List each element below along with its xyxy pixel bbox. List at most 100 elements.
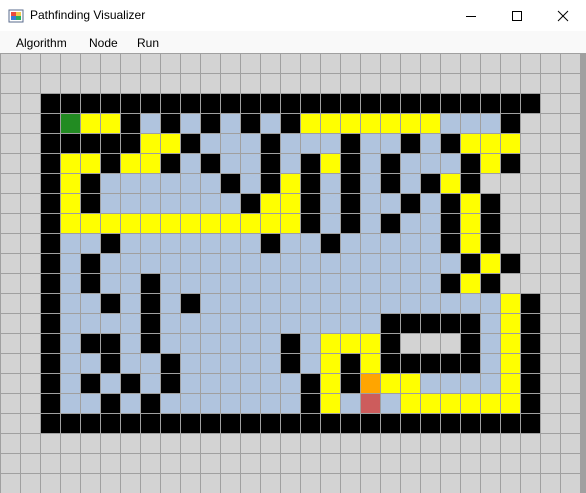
grid-cell-empty[interactable] xyxy=(101,434,120,453)
grid-cell-visited[interactable] xyxy=(101,274,120,293)
grid-cell-empty[interactable] xyxy=(421,474,440,493)
grid-cell-path[interactable] xyxy=(281,214,300,233)
grid-cell-empty[interactable] xyxy=(21,294,40,313)
grid-cell-empty[interactable] xyxy=(401,334,420,353)
grid-cell-empty[interactable] xyxy=(561,174,580,193)
grid-cell-empty[interactable] xyxy=(541,254,560,273)
grid-cell-empty[interactable] xyxy=(101,474,120,493)
grid-cell-visited[interactable] xyxy=(321,294,340,313)
grid-cell-empty[interactable] xyxy=(321,74,340,93)
grid-cell-empty[interactable] xyxy=(541,474,560,493)
grid-cell-empty[interactable] xyxy=(21,214,40,233)
grid-cell-path[interactable] xyxy=(361,114,380,133)
grid-cell-wall[interactable] xyxy=(121,134,140,153)
grid-cell-visited[interactable] xyxy=(361,254,380,273)
grid-cell-visited[interactable] xyxy=(401,234,420,253)
grid-cell-wall[interactable] xyxy=(81,414,100,433)
grid-cell-empty[interactable] xyxy=(121,434,140,453)
grid-cell-empty[interactable] xyxy=(141,74,160,93)
grid-cell-path[interactable] xyxy=(281,194,300,213)
grid-cell-visited[interactable] xyxy=(301,234,320,253)
grid-cell-empty[interactable] xyxy=(101,54,120,73)
grid-cell-empty[interactable] xyxy=(501,194,520,213)
grid-cell-empty[interactable] xyxy=(81,434,100,453)
grid-cell-empty[interactable] xyxy=(301,474,320,493)
grid-cell-empty[interactable] xyxy=(41,54,60,73)
grid-cell-visited[interactable] xyxy=(181,154,200,173)
grid-cell-visited[interactable] xyxy=(261,354,280,373)
grid-cell-wall[interactable] xyxy=(461,314,480,333)
grid-cell-empty[interactable] xyxy=(141,454,160,473)
grid-cell-empty[interactable] xyxy=(1,234,20,253)
grid-cell-empty[interactable] xyxy=(21,434,40,453)
grid-cell-visited[interactable] xyxy=(341,234,360,253)
grid-cell-path[interactable] xyxy=(421,114,440,133)
grid-cell-visited[interactable] xyxy=(441,294,460,313)
grid-cell-visited[interactable] xyxy=(181,114,200,133)
grid-cell-visited[interactable] xyxy=(421,254,440,273)
grid-cell-visited[interactable] xyxy=(101,194,120,213)
grid-cell-wall[interactable] xyxy=(281,114,300,133)
grid-cell-visited[interactable] xyxy=(321,174,340,193)
grid-cell-empty[interactable] xyxy=(321,454,340,473)
grid-cell-empty[interactable] xyxy=(1,354,20,373)
grid-cell-empty[interactable] xyxy=(541,114,560,133)
grid-cell-empty[interactable] xyxy=(261,54,280,73)
grid-cell-wall[interactable] xyxy=(441,414,460,433)
grid-cell-empty[interactable] xyxy=(521,174,540,193)
grid-cell-wall[interactable] xyxy=(81,134,100,153)
grid-cell-empty[interactable] xyxy=(541,354,560,373)
grid-cell-wall[interactable] xyxy=(101,294,120,313)
grid-cell-empty[interactable] xyxy=(1,414,20,433)
grid-cell-path[interactable] xyxy=(61,214,80,233)
grid-cell-wall[interactable] xyxy=(161,114,180,133)
grid-cell-empty[interactable] xyxy=(161,474,180,493)
grid-cell-wall[interactable] xyxy=(441,214,460,233)
grid-cell-path[interactable] xyxy=(461,394,480,413)
grid-cell-empty[interactable] xyxy=(561,154,580,173)
grid-cell-visited[interactable] xyxy=(201,354,220,373)
grid-cell-visited[interactable] xyxy=(401,294,420,313)
grid-cell-visited[interactable] xyxy=(461,294,480,313)
grid-cell-empty[interactable] xyxy=(361,434,380,453)
grid-cell-visited[interactable] xyxy=(461,374,480,393)
grid-cell-wall[interactable] xyxy=(121,374,140,393)
grid-cell-empty[interactable] xyxy=(1,154,20,173)
grid-cell-visited[interactable] xyxy=(61,394,80,413)
grid-cell-path[interactable] xyxy=(321,114,340,133)
grid-cell-path[interactable] xyxy=(461,214,480,233)
grid-cell-empty[interactable] xyxy=(21,274,40,293)
grid-cell-empty[interactable] xyxy=(101,74,120,93)
grid-cell-empty[interactable] xyxy=(521,134,540,153)
grid-cell-wall[interactable] xyxy=(481,234,500,253)
grid-cell-wall[interactable] xyxy=(41,254,60,273)
grid-cell-empty[interactable] xyxy=(481,174,500,193)
grid-cell-visited[interactable] xyxy=(361,214,380,233)
grid-cell-path[interactable] xyxy=(461,134,480,153)
grid-cell-empty[interactable] xyxy=(21,454,40,473)
grid-cell-visited[interactable] xyxy=(261,274,280,293)
grid-cell-wall[interactable] xyxy=(81,374,100,393)
grid-cell-wall[interactable] xyxy=(221,174,240,193)
grid-cell-wall[interactable] xyxy=(421,414,440,433)
grid-cell-visited[interactable] xyxy=(201,294,220,313)
grid-cell-visited[interactable] xyxy=(441,374,460,393)
grid-cell-empty[interactable] xyxy=(401,474,420,493)
grid-cell-empty[interactable] xyxy=(561,94,580,113)
grid-cell-empty[interactable] xyxy=(21,234,40,253)
grid-cell-wall[interactable] xyxy=(441,94,460,113)
grid-cell-wall[interactable] xyxy=(481,194,500,213)
grid-cell-visited[interactable] xyxy=(141,254,160,273)
grid-cell-empty[interactable] xyxy=(561,474,580,493)
grid-cell-empty[interactable] xyxy=(401,454,420,473)
grid-cell-empty[interactable] xyxy=(541,154,560,173)
grid-cell-wall[interactable] xyxy=(381,414,400,433)
grid-cell-empty[interactable] xyxy=(281,474,300,493)
grid-cell-wall[interactable] xyxy=(521,294,540,313)
grid-cell-empty[interactable] xyxy=(21,54,40,73)
grid-cell-visited[interactable] xyxy=(281,254,300,273)
grid-cell-wall[interactable] xyxy=(381,214,400,233)
grid-cell-path[interactable] xyxy=(501,354,520,373)
grid-cell-wall[interactable] xyxy=(441,134,460,153)
grid-cell-empty[interactable] xyxy=(541,174,560,193)
